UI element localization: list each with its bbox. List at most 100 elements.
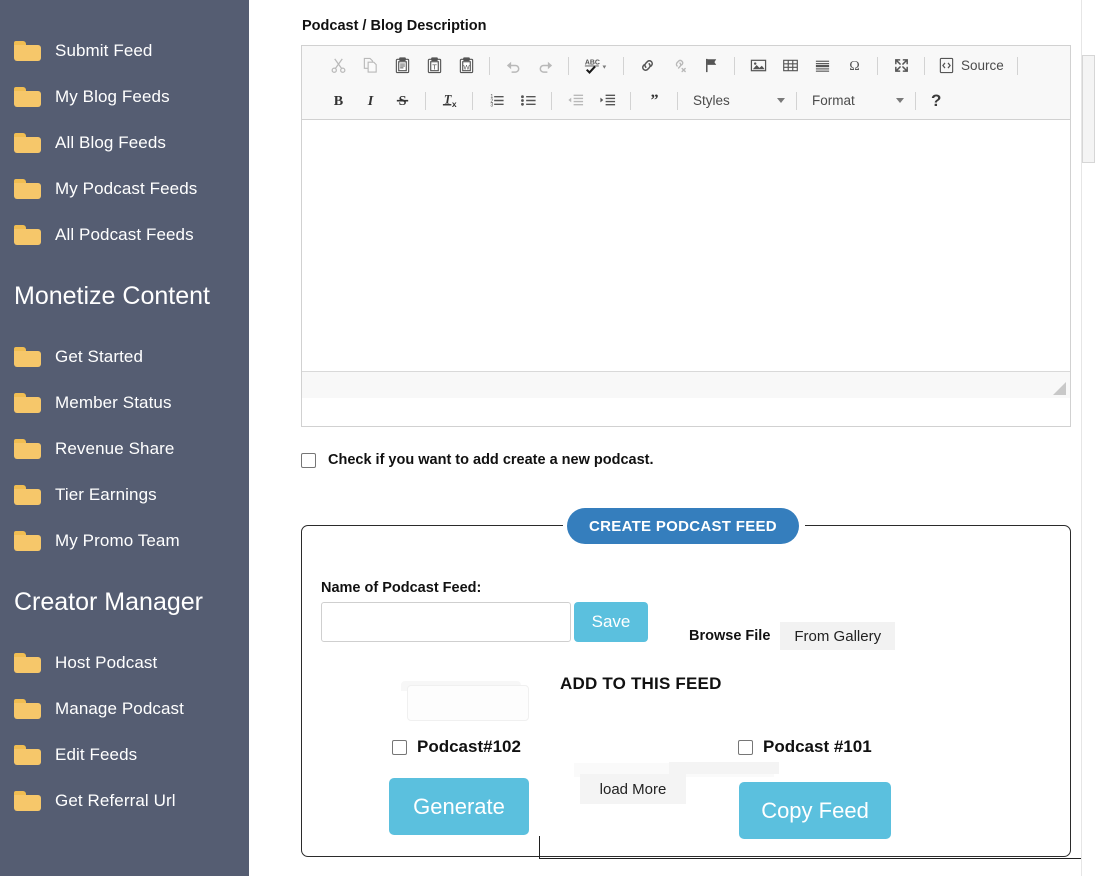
folder-icon bbox=[14, 87, 41, 107]
save-button[interactable]: Save bbox=[574, 602, 648, 642]
scrollbar-thumb[interactable] bbox=[1082, 55, 1095, 163]
podcast-checkbox[interactable] bbox=[738, 739, 753, 755]
toolbar-separator bbox=[568, 56, 569, 75]
paste-icon[interactable] bbox=[388, 54, 416, 78]
sidebar-item-edit-feeds[interactable]: Edit Feeds bbox=[0, 732, 249, 778]
resize-grip-icon[interactable] bbox=[1053, 382, 1066, 395]
generate-button[interactable]: Generate bbox=[389, 778, 529, 835]
folder-icon bbox=[14, 393, 41, 413]
format-dropdown[interactable]: Format bbox=[804, 89, 908, 113]
podcast-checkbox[interactable] bbox=[392, 739, 407, 755]
sidebar-item-my-promo-team[interactable]: My Promo Team bbox=[0, 518, 249, 564]
folder-icon bbox=[14, 699, 41, 719]
paste-text-icon[interactable]: T bbox=[420, 54, 448, 78]
chevron-down-icon bbox=[777, 98, 785, 103]
from-gallery-button[interactable]: From Gallery bbox=[780, 622, 896, 650]
bulleted-list-icon[interactable] bbox=[514, 89, 542, 113]
toolbar-separator bbox=[551, 91, 552, 110]
app-page: Submit Feed My Blog Feeds All Blog Feeds… bbox=[0, 0, 1096, 876]
sidebar-item-get-started[interactable]: Get Started bbox=[0, 334, 249, 380]
sidebar-heading-monetize-content: Monetize Content bbox=[14, 281, 210, 310]
sidebar-item-label: Manage Podcast bbox=[55, 699, 184, 718]
feed-name-input[interactable] bbox=[321, 602, 571, 642]
sidebar-item-label: All Blog Feeds bbox=[55, 133, 167, 152]
toolbar-separator bbox=[425, 91, 426, 110]
numbered-list-icon[interactable]: 123 bbox=[482, 89, 510, 113]
styles-dropdown[interactable]: Styles bbox=[685, 89, 789, 113]
cut-icon[interactable] bbox=[324, 54, 352, 78]
svg-text:Ω: Ω bbox=[849, 58, 860, 74]
create-podcast-feed-tab[interactable]: CREATE PODCAST FEED bbox=[567, 508, 799, 544]
redo-icon[interactable] bbox=[531, 54, 559, 78]
anchor-flag-icon[interactable] bbox=[697, 54, 725, 78]
unlink-icon[interactable] bbox=[665, 54, 693, 78]
svg-text:T: T bbox=[432, 62, 437, 71]
bold-icon[interactable]: B bbox=[324, 89, 352, 113]
indent-icon[interactable] bbox=[593, 89, 621, 113]
outdent-icon[interactable] bbox=[561, 89, 589, 113]
editor-status-bar bbox=[302, 371, 1070, 398]
remove-format-icon[interactable]: Tx bbox=[435, 89, 463, 113]
toolbar-separator bbox=[924, 56, 925, 75]
toolbar-separator bbox=[472, 91, 473, 110]
sidebar-item-submit-feed[interactable]: Submit Feed bbox=[0, 28, 249, 74]
toolbar-separator bbox=[630, 91, 631, 110]
page-title: Podcast / Blog Description bbox=[302, 18, 487, 34]
link-icon[interactable] bbox=[633, 54, 661, 78]
source-label: Source bbox=[961, 58, 1004, 73]
chevron-down-icon bbox=[896, 98, 904, 103]
load-more-button[interactable]: load More bbox=[580, 774, 686, 804]
toolbar-separator bbox=[677, 91, 678, 110]
svg-text:W: W bbox=[463, 64, 470, 71]
folder-icon bbox=[14, 133, 41, 153]
copy-feed-button[interactable]: Copy Feed bbox=[739, 782, 891, 839]
copy-icon[interactable] bbox=[356, 54, 384, 78]
sidebar-item-label: Revenue Share bbox=[55, 439, 175, 458]
sidebar-item-member-status[interactable]: Member Status bbox=[0, 380, 249, 426]
sidebar-item-label: Edit Feeds bbox=[55, 745, 138, 764]
sidebar-item-host-podcast[interactable]: Host Podcast bbox=[0, 640, 249, 686]
sidebar-item-label: All Podcast Feeds bbox=[55, 225, 194, 244]
sidebar-item-tier-earnings[interactable]: Tier Earnings bbox=[0, 472, 249, 518]
special-char-icon[interactable]: Ω bbox=[840, 54, 868, 78]
folder-icon bbox=[14, 347, 41, 367]
folder-icon bbox=[14, 179, 41, 199]
table-icon[interactable] bbox=[776, 54, 804, 78]
sidebar-item-revenue-share[interactable]: Revenue Share bbox=[0, 426, 249, 472]
undo-icon[interactable] bbox=[499, 54, 527, 78]
sidebar-item-manage-podcast[interactable]: Manage Podcast bbox=[0, 686, 249, 732]
svg-text:3: 3 bbox=[490, 103, 493, 109]
toolbar-separator bbox=[796, 91, 797, 110]
image-icon[interactable] bbox=[744, 54, 772, 78]
paste-word-icon[interactable]: W bbox=[452, 54, 480, 78]
strikethrough-icon[interactable]: S bbox=[388, 89, 416, 113]
format-label: Format bbox=[812, 93, 855, 108]
toolbar-separator bbox=[623, 56, 624, 75]
add-to-this-feed-title: ADD TO THIS FEED bbox=[560, 674, 722, 693]
sidebar-item-all-podcast-feeds[interactable]: All Podcast Feeds bbox=[0, 212, 249, 258]
blockquote-icon[interactable]: ” bbox=[640, 89, 668, 113]
new-podcast-checkbox[interactable] bbox=[301, 452, 316, 468]
source-button[interactable]: Source bbox=[932, 54, 1010, 78]
spellcheck-icon[interactable]: ABC bbox=[578, 54, 614, 78]
editor-body[interactable] bbox=[302, 120, 1070, 371]
folder-icon bbox=[14, 531, 41, 551]
sidebar-item-label: My Promo Team bbox=[55, 531, 180, 550]
toolbar-separator bbox=[734, 56, 735, 75]
styles-label: Styles bbox=[693, 93, 730, 108]
italic-icon[interactable]: I bbox=[356, 89, 384, 113]
page-scrollbar[interactable] bbox=[1081, 0, 1096, 876]
toolbar-separator bbox=[877, 56, 878, 75]
sidebar-item-my-blog-feeds[interactable]: My Blog Feeds bbox=[0, 74, 249, 120]
folder-icon bbox=[14, 745, 41, 765]
sidebar-item-get-referral-url[interactable]: Get Referral Url bbox=[0, 778, 249, 824]
about-help-button[interactable]: ? bbox=[923, 91, 949, 111]
folder-icon bbox=[14, 791, 41, 811]
folder-icon bbox=[14, 653, 41, 673]
maximize-icon[interactable] bbox=[887, 54, 915, 78]
sidebar-item-all-blog-feeds[interactable]: All Blog Feeds bbox=[0, 120, 249, 166]
svg-text:B: B bbox=[333, 93, 343, 109]
podcast-label: Podcast #101 bbox=[763, 737, 872, 756]
horizontal-rule-icon[interactable] bbox=[808, 54, 836, 78]
sidebar-item-my-podcast-feeds[interactable]: My Podcast Feeds bbox=[0, 166, 249, 212]
